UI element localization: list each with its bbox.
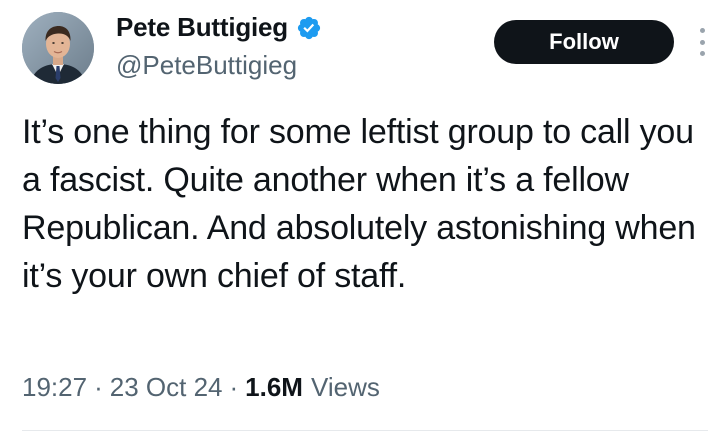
views-label: Views [310, 372, 380, 402]
dot [699, 28, 705, 33]
avatar[interactable] [22, 12, 94, 84]
dot [699, 39, 705, 45]
tweet-text: It’s one thing for some leftist group to… [22, 113, 696, 295]
divider [22, 430, 708, 431]
tweet-date[interactable]: 23 Oct 24 [110, 372, 223, 403]
meta-separator: · [229, 372, 239, 402]
vertical-ellipsis-icon[interactable] [694, 24, 710, 60]
follow-button[interactable]: Follow [494, 20, 674, 64]
verified-badge-icon[interactable] [296, 15, 322, 41]
views-count: 1.6M [245, 372, 303, 402]
author-handle[interactable]: @PeteButtigieg [116, 50, 297, 81]
display-name[interactable]: Pete Buttigieg [116, 12, 288, 43]
profile-photo-icon [22, 12, 94, 84]
dot [699, 51, 705, 56]
tweet-meta: 19:27 · 23 Oct 24 · 1.6M Views [22, 372, 380, 403]
tweet-time[interactable]: 19:27 [22, 372, 87, 403]
meta-separator: · [94, 372, 103, 402]
tweet-card: Pete Buttigieg @PeteButtigieg Follow It’… [0, 0, 720, 436]
author-name-row: Pete Buttigieg [116, 12, 322, 43]
